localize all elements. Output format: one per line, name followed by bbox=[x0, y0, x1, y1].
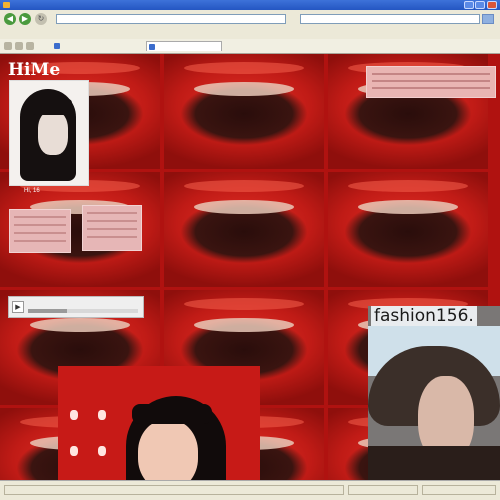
minimize-button[interactable] bbox=[464, 1, 474, 9]
tab-2-favicon-icon bbox=[149, 44, 155, 50]
browser-icon bbox=[3, 2, 10, 8]
music-player: ▶ bbox=[8, 296, 144, 318]
photo-face bbox=[38, 111, 68, 155]
status-security bbox=[422, 485, 496, 495]
profile-photo[interactable] bbox=[9, 80, 89, 186]
site-title: HiMe bbox=[8, 60, 61, 80]
status-zone bbox=[348, 485, 418, 495]
bookmark-add-icon[interactable] bbox=[15, 42, 23, 50]
play-button[interactable]: ▶ bbox=[12, 301, 24, 313]
web-page: HiMe Hi, 16 ▶ fashion156. bbox=[0, 54, 500, 480]
maximize-button[interactable] bbox=[475, 1, 485, 9]
info-box bbox=[366, 66, 496, 98]
background-tile bbox=[164, 172, 324, 287]
bookmark-menu-icon[interactable] bbox=[26, 42, 34, 50]
close-button[interactable] bbox=[487, 1, 497, 9]
photo-fringe bbox=[132, 404, 212, 424]
photo-fringe bbox=[32, 99, 72, 115]
fashion-heading: fashion156. bbox=[371, 306, 477, 326]
status-bar bbox=[0, 480, 500, 500]
interests-box bbox=[82, 205, 142, 251]
details-box bbox=[9, 209, 71, 253]
navigation-bar: ◀ ▶ ↻ bbox=[0, 10, 500, 29]
address-input[interactable] bbox=[56, 14, 286, 24]
refresh-button[interactable]: ↻ bbox=[35, 13, 47, 25]
menu-bar bbox=[0, 28, 500, 39]
photo-face bbox=[138, 420, 198, 480]
forward-button[interactable]: ▶ bbox=[19, 13, 31, 25]
search-input[interactable] bbox=[300, 14, 480, 24]
tab-1-favicon-icon bbox=[54, 43, 60, 49]
track-progress-fill bbox=[28, 309, 67, 313]
back-button[interactable]: ◀ bbox=[4, 13, 16, 25]
browser-window: ◀ ▶ ↻ HiMe Hi, 16 ▶ fashion156. bbox=[0, 0, 500, 500]
bookmark-star-icon[interactable] bbox=[4, 42, 12, 50]
bookmarks-bar bbox=[0, 39, 500, 54]
status-message bbox=[4, 485, 344, 495]
search-button[interactable] bbox=[482, 14, 494, 24]
background-tile bbox=[164, 54, 324, 169]
tab-2[interactable] bbox=[146, 41, 222, 51]
fashion-photo-panel[interactable]: fashion156. bbox=[368, 306, 500, 480]
title-bar bbox=[0, 0, 500, 10]
photo-coat bbox=[368, 446, 500, 480]
featured-photo[interactable] bbox=[58, 366, 260, 480]
profile-name: Hi, 16 bbox=[24, 188, 40, 194]
background-tile bbox=[328, 172, 488, 287]
track-progress[interactable] bbox=[28, 309, 138, 313]
tab-1[interactable] bbox=[52, 41, 144, 51]
